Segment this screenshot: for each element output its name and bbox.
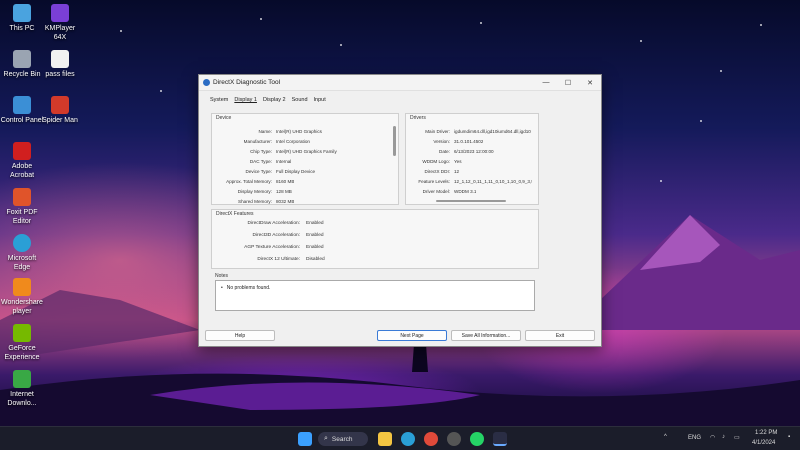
desktop-icon-label: pass files [45,71,75,78]
chrome-icon[interactable] [424,432,438,446]
taskbar: ⌕ Search ^ ENG ◠ ♪ ▭ 1:22 PM 4/1/2024 ▪ [0,426,800,450]
driver-row: Main Driver: igdumdim64.dll,igd10iumd64.d… [425,129,531,134]
notifications-icon[interactable]: ▪ [788,434,790,440]
edge-icon[interactable] [401,432,415,446]
notes-heading: Notes [215,273,229,279]
device-row: Shared Memory: 8032 MB [238,199,295,204]
desktop-icon-spider-man[interactable]: Spider Man [38,96,82,125]
save-all-information-button[interactable]: Save All Information... [451,330,521,341]
feature-row: DirectX 12 Ultimate: Disabled [257,257,325,262]
download-manager-icon [13,370,31,388]
tab-system[interactable]: System [207,97,231,109]
file-explorer-icon[interactable] [378,432,392,446]
media-player-icon[interactable] [447,432,461,446]
device-row: Approx. Total Memory: 8160 MB [226,179,295,184]
driver-row: WDDM Logo: Yes [422,159,462,164]
acrobat-icon [13,142,31,160]
bullet-icon: • [221,285,223,291]
features-heading: DirectX Features [216,211,254,217]
battery-icon[interactable]: ▭ [734,434,740,441]
minimize-button[interactable]: — [535,75,557,91]
exit-button[interactable]: Exit [525,330,595,341]
device-row: Manufacturer: Intel Corporation [243,139,310,144]
text-file-icon [51,50,69,68]
desktop-icon-geforce[interactable]: GeForce Experience [0,324,44,362]
device-row: Display Memory: 128 MB [237,189,292,194]
desktop-icon-label: Microsoft Edge [7,255,37,271]
help-button[interactable]: Help [205,330,275,341]
volume-icon[interactable]: ♪ [722,434,725,440]
desktop-icon-label: Spider Man [42,117,78,124]
desktop-icon-label: Internet Downlo... [7,391,37,407]
window-title: DirectX Diagnostic Tool [213,79,281,86]
window-titlebar[interactable]: DirectX Diagnostic Tool — ☐ ✕ [199,75,601,91]
geforce-icon [13,324,31,342]
desktop-icon-foxit-pdf[interactable]: Foxit PDF Editor [0,188,44,226]
desktop-icon-pass-files[interactable]: pass files [38,50,82,79]
tab-sound[interactable]: Sound [289,97,311,109]
desktop-icon-label: Adobe Acrobat [9,163,35,179]
desktop-icon-label: KMPlayer 64X [44,25,76,41]
computer-icon [13,4,31,22]
notes-item: • No problems found. [221,285,271,291]
foxit-icon [13,188,31,206]
recycle-bin-icon [13,50,31,68]
desktop-icon-wondershare[interactable]: Wondershare player [0,278,44,316]
drivers-group: Drivers Main Driver: igdumdim64.dll,igd10… [405,113,539,205]
device-row: DAC Type: Internal [249,159,292,164]
language-indicator[interactable]: ENG [688,435,701,441]
close-button[interactable]: ✕ [579,75,601,91]
media-player-icon [13,278,31,296]
control-panel-icon [13,96,31,114]
device-row: Name: Intel(R) UHD Graphics [258,129,322,134]
spider-man-icon [51,96,69,114]
device-group: Device Name: Intel(R) UHD Graphics Manufa… [211,113,399,205]
clock-date[interactable]: 4/1/2024 [752,440,775,446]
maximize-button[interactable]: ☐ [557,75,579,91]
tab-input[interactable]: Input [311,97,329,109]
desktop-icon-label: Foxit PDF Editor [6,209,38,225]
next-page-button[interactable]: Next Page [377,330,447,341]
device-row: Device Type: Full Display Device [245,169,316,174]
desktop-icon-label: GeForce Experience [4,345,40,361]
dxdiag-app-icon [203,79,210,86]
window-controls: — ☐ ✕ [535,75,601,91]
driver-row: Feature Levels: 12_1,12_0,11_1,11_0,10_1,… [418,179,532,184]
drivers-hscrollbar[interactable] [436,200,506,202]
tab-display-2[interactable]: Display 2 [260,97,289,109]
driver-row: Version: 31.0.101.4502 [433,139,484,144]
feature-row: AGP Texture Acceleration: Enabled [244,245,324,250]
device-heading: Device [216,115,232,121]
driver-row: DirectX DDI: 12 [424,169,460,174]
start-button[interactable] [298,432,312,446]
notes-textbox[interactable]: • No problems found. [215,280,535,311]
clock-time[interactable]: 1:22 PM [755,430,777,436]
edge-icon [13,234,31,252]
tab-bar: System Display 1 Display 2 Sound Input [199,91,601,109]
driver-row: Date: 6/13/2023 12:00:00 [439,149,494,154]
driver-row: Driver Model: WDDM 3.1 [422,189,477,194]
desktop-icon-label: Wondershare player [1,299,43,315]
tab-display-1[interactable]: Display 1 [231,97,260,109]
tray-overflow-icon[interactable]: ^ [664,434,667,440]
taskbar-search[interactable]: ⌕ Search [318,432,368,446]
desktop-icon-edge[interactable]: Microsoft Edge [0,234,44,272]
search-label: Search [331,435,353,443]
desktop-icon-idm[interactable]: Internet Downlo... [0,370,44,408]
drivers-heading: Drivers [410,115,426,121]
search-icon: ⌕ [324,435,328,442]
dxdiag-window: DirectX Diagnostic Tool — ☐ ✕ System Dis… [198,74,602,347]
whatsapp-icon[interactable] [470,432,484,446]
dxdiag-taskbar-icon[interactable] [493,432,507,446]
desktop-icon-adobe-acrobat[interactable]: Adobe Acrobat [0,142,44,180]
directx-features-group: DirectX Features DirectDraw Acceleration… [211,209,539,269]
feature-row: DirectDraw Acceleration: Enabled [247,221,324,226]
kmplayer-icon [51,4,69,22]
desktop-icon-kmplayer[interactable]: KMPlayer 64X [38,4,82,42]
feature-row: Direct3D Acceleration: Enabled [252,233,324,238]
wifi-icon[interactable]: ◠ [710,434,715,441]
device-row: Chip Type: Intel(R) UHD Graphics Family [250,149,337,154]
